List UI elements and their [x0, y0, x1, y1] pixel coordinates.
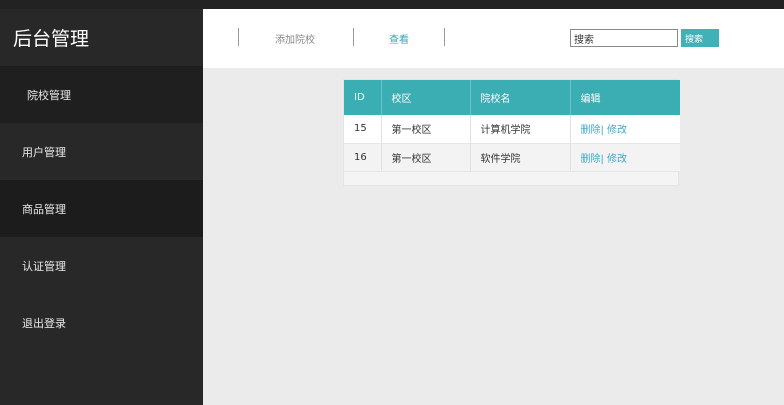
cell-campus: 第一校区	[381, 143, 471, 172]
edit-link[interactable]: 修改	[604, 154, 627, 165]
delete-link[interactable]: 删除	[581, 154, 601, 165]
cell-name: 计算机学院	[470, 115, 571, 144]
column-header-campus: 校区	[381, 80, 471, 115]
app-title: 后台管理	[13, 28, 90, 50]
cell-id: 15	[344, 115, 382, 144]
sidebar-item-certification[interactable]: 认证管理	[0, 237, 203, 294]
search-button[interactable]: 搜索	[681, 29, 719, 47]
edit-link[interactable]: 修改	[604, 125, 627, 136]
table-header-row: ID 校区 院校名 编辑	[344, 80, 680, 115]
view-link[interactable]: 查看	[389, 31, 409, 46]
add-college-link[interactable]: 添加院校	[275, 31, 315, 46]
column-header-name: 院校名	[470, 80, 571, 115]
table-row: 15 第一校区 计算机学院 删除| 修改	[344, 115, 680, 144]
search-input[interactable]	[570, 29, 678, 47]
sidebar-item-logout[interactable]: 退出登录	[0, 294, 203, 351]
divider	[444, 28, 445, 46]
divider	[353, 28, 354, 46]
cell-name: 软件学院	[470, 143, 571, 172]
college-table: ID 校区 院校名 编辑 15 第一校区 计算机学院 删除| 修改 16 第一校…	[343, 79, 680, 186]
sidebar-item-colleges[interactable]: 院校管理	[0, 66, 203, 123]
cell-actions: 删除| 修改	[570, 143, 680, 172]
table-row: 16 第一校区 软件学院 删除| 修改	[344, 143, 680, 172]
sidebar-item-products[interactable]: 商品管理	[0, 180, 203, 237]
sidebar-item-users[interactable]: 用户管理	[0, 123, 203, 180]
header: 添加院校 查看 搜索	[203, 9, 784, 68]
column-header-id: ID	[344, 80, 382, 115]
sidebar: 后台管理 院校管理 用户管理 商品管理 认证管理 退出登录	[0, 9, 203, 405]
divider	[238, 28, 239, 46]
cell-campus: 第一校区	[381, 115, 471, 144]
top-strip	[0, 0, 784, 9]
cell-id: 16	[344, 143, 382, 172]
cell-actions: 删除| 修改	[570, 115, 680, 144]
column-header-edit: 编辑	[570, 80, 680, 115]
delete-link[interactable]: 删除	[581, 125, 601, 136]
